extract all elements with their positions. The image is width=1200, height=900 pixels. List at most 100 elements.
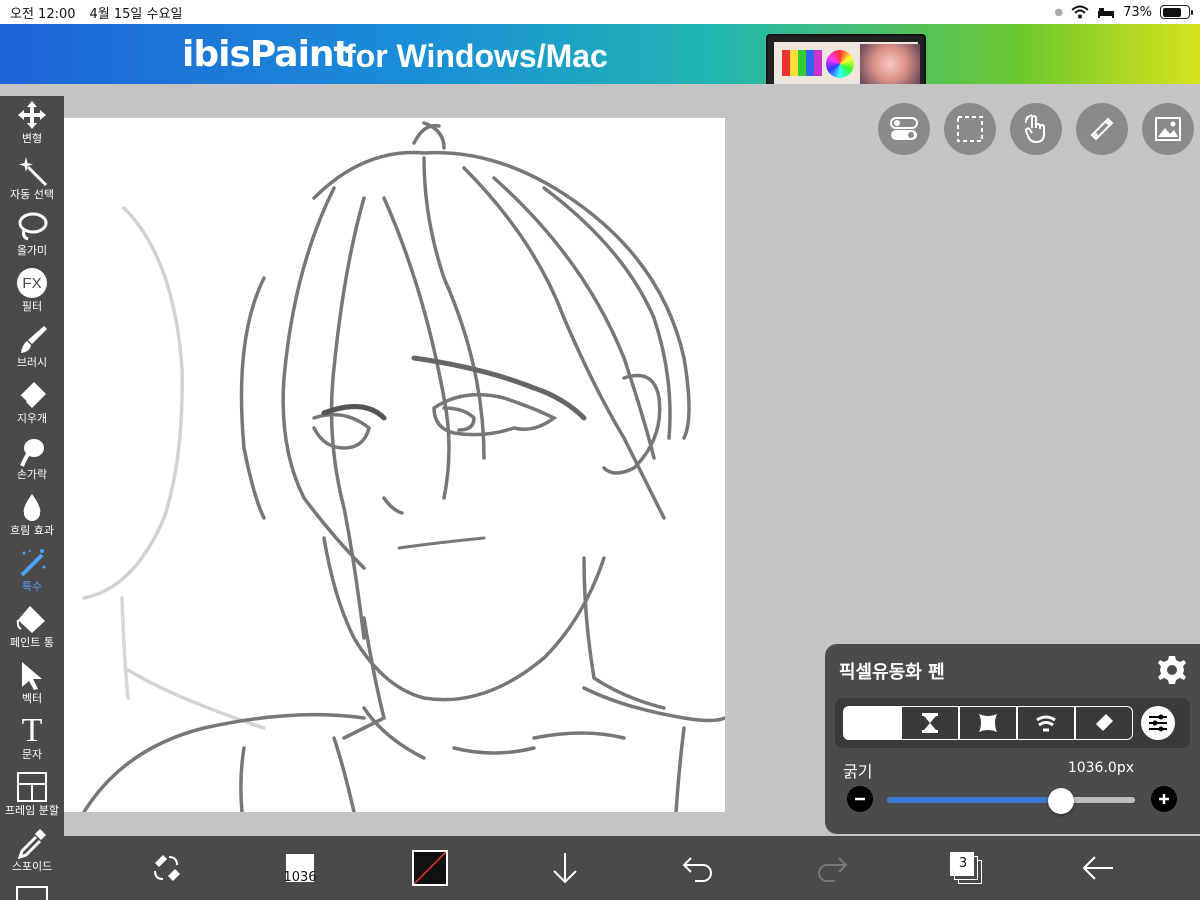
move-icon — [18, 101, 46, 129]
lasso-icon — [18, 212, 48, 241]
toggle-button[interactable] — [878, 103, 930, 155]
tool-special[interactable]: 특수 — [0, 546, 64, 602]
status-time: 오전 12:00 — [10, 6, 76, 22]
image-icon — [1155, 117, 1181, 141]
pinch-icon — [979, 714, 997, 732]
tool-finger[interactable]: 손가락 — [0, 434, 64, 490]
mode-button-pinch[interactable] — [959, 706, 1017, 740]
tool-sidebar: 변형 자동 선택 올가미 FX 필터 브러시 지우개 손가락 흐림 효과 특수 … — [0, 96, 64, 900]
battery-percent: 73% — [1123, 4, 1152, 20]
brush-size-button[interactable]: 1036 — [278, 846, 322, 890]
frame-divide-icon — [17, 772, 47, 802]
redo-button[interactable] — [810, 846, 854, 890]
brush-mode-bar — [835, 698, 1190, 748]
increase-button[interactable] — [1151, 786, 1177, 812]
wifi-icon — [1071, 5, 1089, 19]
tool-lasso[interactable]: 올가미 — [0, 210, 64, 266]
color-button[interactable] — [408, 846, 452, 890]
gear-icon[interactable] — [1156, 654, 1188, 686]
thickness-label: 굵기 — [843, 762, 873, 781]
status-date: 4월 15일 수요일 — [89, 6, 183, 22]
tool-transform[interactable]: 변형 — [0, 98, 64, 154]
fx-icon: FX — [17, 268, 47, 298]
tool-label: 프레임 분할 — [4, 804, 60, 817]
tool-label: 변형 — [21, 132, 43, 145]
toggle-icon — [890, 117, 918, 140]
tool-eraser[interactable]: 지우개 — [0, 378, 64, 434]
mode-button-wave[interactable] — [1017, 706, 1075, 740]
wave-icon — [1036, 715, 1056, 732]
eraser-icon — [1096, 714, 1113, 731]
touch-icon — [1024, 114, 1045, 144]
reference-image-button[interactable] — [1142, 103, 1194, 155]
battery-fill — [1162, 7, 1181, 17]
mode-button-moon[interactable] — [843, 706, 901, 740]
paint-bucket-icon — [16, 606, 45, 633]
eraser-icon — [19, 382, 46, 408]
ad-banner[interactable]: ibisPaint for Windows/Mac — [0, 24, 1200, 84]
color-wheel-illustration — [826, 50, 854, 78]
ibispaint-app: 오전 12:00 4월 15일 수요일 ● 73% ibisPaint for … — [0, 0, 1200, 900]
download-button[interactable] — [543, 846, 587, 890]
status-bar: 오전 12:00 4월 15일 수요일 ● 73% — [0, 0, 1200, 24]
undo-button[interactable] — [676, 846, 720, 890]
brush-eraser-swap-icon — [154, 855, 180, 881]
mode-button-eraser[interactable] — [1075, 706, 1133, 740]
tool-label: 스포이드 — [11, 860, 53, 873]
text-icon: T — [21, 712, 43, 749]
thickness-slider[interactable] — [887, 788, 1135, 814]
magic-wand-icon — [19, 157, 48, 187]
vector-icon — [22, 662, 42, 690]
frame-icon[interactable] — [16, 886, 48, 900]
brush-adjust-button[interactable] — [1141, 706, 1175, 740]
bed-icon — [1098, 8, 1115, 18]
arrow-down-icon — [553, 853, 577, 884]
moon-icon — [867, 714, 876, 732]
banner-brand: ibisPaint — [182, 34, 351, 75]
tool-label: 흐림 효과 — [10, 524, 54, 537]
tool-vector[interactable]: 벡터 — [0, 658, 64, 714]
ruler-icon — [1090, 117, 1114, 141]
tool-label: 페인트 통 — [10, 636, 54, 649]
arrow-left-icon — [1082, 856, 1113, 880]
sliders-icon — [1149, 714, 1167, 732]
tool-label: 브러시 — [16, 356, 48, 369]
selection-button[interactable] — [944, 103, 996, 155]
decrease-button[interactable] — [847, 786, 873, 812]
tool-eyedropper[interactable]: 스포이드 — [0, 826, 64, 882]
undo-icon — [682, 857, 712, 882]
eyedropper-icon — [17, 829, 46, 859]
brush-size-preview: 1036 — [283, 854, 317, 885]
tool-frame-divide[interactable]: 프레임 분할 — [0, 770, 64, 826]
tool-magic-wand[interactable]: 자동 선택 — [0, 154, 64, 210]
thickness-value: 1036.0px — [1067, 760, 1134, 776]
hourglass-icon — [922, 713, 938, 733]
tool-filter[interactable]: FX 필터 — [0, 266, 64, 322]
redo-icon — [818, 857, 848, 882]
finger-icon — [20, 439, 44, 467]
layers-icon: 3 — [950, 852, 982, 884]
minus-icon — [855, 797, 865, 801]
ruler-button[interactable] — [1076, 103, 1128, 155]
tool-blur[interactable]: 흐림 효과 — [0, 490, 64, 546]
selection-icon — [957, 116, 983, 142]
tool-label: 지우개 — [16, 412, 48, 425]
brush-mode-group — [843, 706, 1133, 740]
tool-text[interactable]: T 문자 — [0, 714, 64, 770]
brush-panel: 픽셀유동화 펜 굵기 1036.0px — [825, 644, 1200, 834]
touch-button[interactable] — [1010, 103, 1062, 155]
brush-icon — [21, 326, 47, 353]
tool-paint-bucket[interactable]: 페인트 통 — [0, 602, 64, 658]
tool-label: 필터 — [21, 300, 43, 313]
back-button[interactable] — [1076, 846, 1120, 890]
tool-brush[interactable]: 브러시 — [0, 322, 64, 378]
palette-illustration — [782, 50, 822, 76]
transparent-slash-icon — [414, 852, 446, 884]
slider-thumb[interactable] — [1047, 788, 1074, 814]
canvas-sheet[interactable] — [64, 118, 725, 812]
layers-button[interactable]: 3 — [944, 846, 988, 890]
mode-button-hourglass[interactable] — [901, 706, 959, 740]
swap-tool-button[interactable] — [144, 846, 188, 890]
current-color-swatch — [412, 850, 448, 886]
tool-label: 손가락 — [16, 468, 48, 481]
